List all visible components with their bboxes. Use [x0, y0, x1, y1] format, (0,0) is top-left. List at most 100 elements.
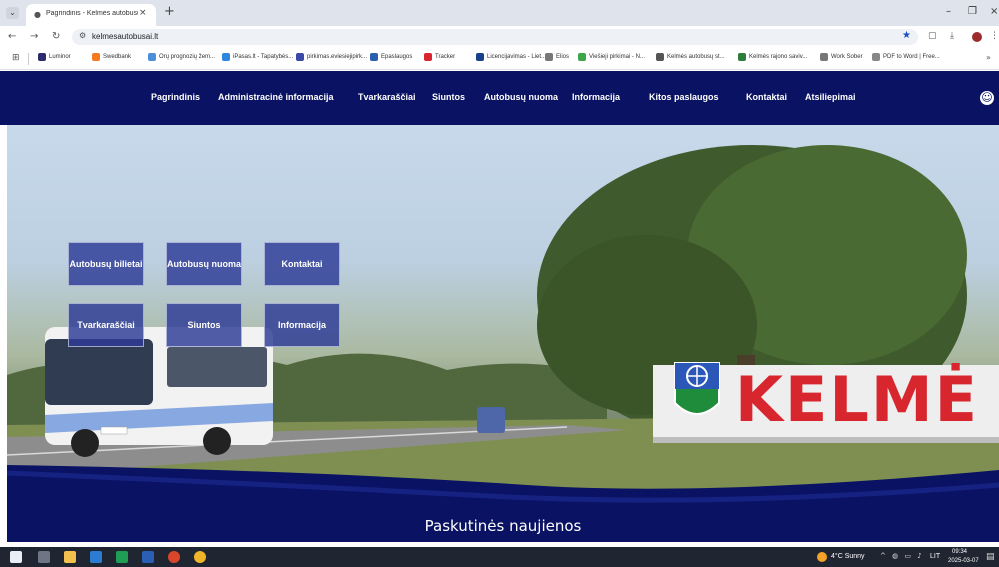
bookmark-favicon-icon	[476, 53, 484, 61]
close-window-icon[interactable]: ×	[990, 6, 998, 17]
bookmark-favicon-icon	[656, 53, 664, 61]
tab-title: Pagrindinis - Kelmės autobusų	[46, 10, 138, 17]
hero-banner: KELMĖ Autobusų bilietai Autobusų nuoma K…	[7, 125, 999, 510]
tab-close-icon[interactable]: ×	[139, 8, 147, 18]
tile-autobusu-nuoma[interactable]: Autobusų nuoma	[166, 242, 242, 286]
bookmark-item[interactable]: Licencijavimas - Liet...	[476, 53, 546, 61]
bookmark-label: Elios	[556, 54, 570, 60]
site-info-icon[interactable]: ⚙	[79, 31, 86, 40]
bookmark-favicon-icon	[38, 53, 46, 61]
new-tab-icon[interactable]: +	[164, 4, 175, 19]
bookmark-favicon-icon	[820, 53, 828, 61]
windows-taskbar: 4°C Sunny ^ ◍ ▭ ♪ LIT 09:34 2025-03-07 ▤	[0, 547, 999, 567]
bookmark-label: Luminor	[49, 54, 71, 60]
tile-siuntos[interactable]: Siuntos	[166, 303, 242, 347]
browser-tab-strip: ⌄ ● Pagrindinis - Kelmės autobusų × + – …	[0, 0, 999, 26]
bookmark-label: Swedbank	[103, 54, 132, 60]
bookmark-item[interactable]: Epaslaugos	[370, 53, 412, 61]
bookmark-label: pirkimas.eviesiejipirk...	[307, 54, 368, 60]
language-indicator[interactable]: LIT	[930, 553, 940, 560]
nav-autobusu-nuoma[interactable]: Autobusų nuoma	[484, 92, 558, 102]
bookmark-favicon-icon	[578, 53, 586, 61]
chrome-icon[interactable]	[194, 551, 206, 563]
tile-informacija[interactable]: Informacija	[264, 303, 340, 347]
bookmark-label: Epaslaugos	[381, 54, 413, 60]
system-tray-icons[interactable]: ^ ◍ ▭ ♪	[880, 552, 924, 560]
weather-text[interactable]: 4°C Sunny	[831, 553, 865, 560]
outlook-icon[interactable]	[90, 551, 102, 563]
bookmark-label: Viešieji pirkimai - N...	[589, 54, 645, 60]
restore-icon[interactable]: ❐	[968, 6, 977, 17]
bookmark-label: Kelmės rajono saviv...	[749, 54, 808, 60]
url-text[interactable]: kelmesautobusai.lt	[92, 32, 158, 41]
bookmark-item[interactable]: pirkimas.eviesiejipirk...	[296, 53, 367, 61]
weather-sun-icon[interactable]	[817, 552, 827, 562]
bookmark-favicon-icon	[545, 53, 553, 61]
bookmark-favicon-icon	[92, 53, 100, 61]
site-favicon-icon: ●	[34, 10, 41, 19]
task-view-icon[interactable]	[38, 551, 50, 563]
tab-search-icon[interactable]: ⌄	[6, 7, 19, 19]
nav-informacija[interactable]: Informacija	[572, 92, 620, 102]
hero-sign-text: KELMĖ	[735, 363, 979, 436]
bookmark-favicon-icon	[148, 53, 156, 61]
reload-icon[interactable]: ↻	[52, 31, 60, 42]
bookmark-item[interactable]: Viešieji pirkimai - N...	[578, 53, 645, 61]
bookmark-item[interactable]: Elios	[545, 53, 569, 61]
bookmark-item[interactable]: Tracker	[424, 53, 455, 61]
start-icon[interactable]	[10, 551, 22, 563]
profile-avatar[interactable]	[972, 32, 982, 42]
excel-icon[interactable]	[116, 551, 128, 563]
word-icon[interactable]	[142, 551, 154, 563]
accessibility-icon[interactable]: ☺	[980, 91, 994, 105]
back-icon[interactable]: ←	[8, 31, 16, 42]
bookmark-item[interactable]: Swedbank	[92, 53, 131, 61]
bookmark-item[interactable]: iPasas.lt - Tapatybės...	[222, 53, 293, 61]
download-icon[interactable]: ⤓	[950, 31, 954, 41]
bookmark-star-icon[interactable]: ★	[902, 30, 911, 41]
bookmarks-more-icon[interactable]: »	[986, 53, 991, 62]
apps-grid-icon[interactable]: ⊞	[12, 53, 20, 63]
nav-siuntos[interactable]: Siuntos	[432, 92, 465, 102]
bookmark-label: Orų prognozių žem...	[159, 54, 216, 60]
bookmark-favicon-icon	[738, 53, 746, 61]
nav-kontaktai[interactable]: Kontaktai	[746, 92, 787, 102]
minimize-icon[interactable]: –	[946, 6, 951, 17]
tile-tvarkarasciai[interactable]: Tvarkaraščiai	[68, 303, 144, 347]
bookmark-favicon-icon	[296, 53, 304, 61]
notifications-icon[interactable]: ▤	[986, 552, 995, 562]
nav-pagrindinis[interactable]: Pagrindinis	[151, 92, 200, 102]
bookmark-item[interactable]: Work Sober	[820, 53, 863, 61]
bookmark-label: Kelmės autobusų st...	[667, 54, 725, 60]
bookmark-item[interactable]: Kelmės autobusų st...	[656, 53, 725, 61]
bookmark-item[interactable]: Kelmės rajono saviv...	[738, 53, 807, 61]
nav-administracine-informacija[interactable]: Administracinė informacija	[218, 92, 334, 102]
nav-tvarkarasciai[interactable]: Tvarkaraščiai	[358, 92, 416, 102]
forward-icon[interactable]: →	[30, 31, 38, 42]
bookmark-label: PDF to Word | Free...	[883, 54, 940, 60]
bookmark-label: Licencijavimas - Liet...	[487, 54, 547, 60]
tile-autobusu-bilietai[interactable]: Autobusų bilietai	[68, 242, 144, 286]
app-icon[interactable]	[168, 551, 180, 563]
nav-atsiliepimai[interactable]: Atsiliepimai	[805, 92, 856, 102]
menu-kebab-icon[interactable]: ⋮	[990, 31, 999, 41]
bookmarks-bar: ⊞ Luminor Swedbank Orų prognozių žem... iPa…	[0, 48, 999, 70]
address-bar[interactable]: ⚙ kelmesautobusai.lt ★	[72, 29, 918, 45]
news-section-header: Paskutinės naujienos	[7, 510, 999, 542]
bookmark-favicon-icon	[222, 53, 230, 61]
bookmark-favicon-icon	[424, 53, 432, 61]
news-title: Paskutinės naujienos	[424, 517, 582, 535]
file-explorer-icon[interactable]	[64, 551, 76, 563]
bookmark-label: iPasas.lt - Tapatybės...	[233, 54, 294, 60]
nav-kitos-paslaugos[interactable]: Kitos paslaugos	[649, 92, 719, 102]
hero-image	[7, 145, 999, 510]
bookmark-item[interactable]: Luminor	[38, 53, 71, 61]
browser-tab-active[interactable]: ● Pagrindinis - Kelmės autobusų ×	[26, 4, 156, 26]
clock-date[interactable]: 2025-03-07	[948, 558, 979, 564]
extensions-icon[interactable]: ▢	[928, 31, 937, 41]
clock-time[interactable]: 09:34	[952, 549, 967, 555]
tile-kontaktai[interactable]: Kontaktai	[264, 242, 340, 286]
bookmark-item[interactable]: PDF to Word | Free...	[872, 53, 940, 61]
bookmark-item[interactable]: Orų prognozių žem...	[148, 53, 215, 61]
bookmark-favicon-icon	[370, 53, 378, 61]
